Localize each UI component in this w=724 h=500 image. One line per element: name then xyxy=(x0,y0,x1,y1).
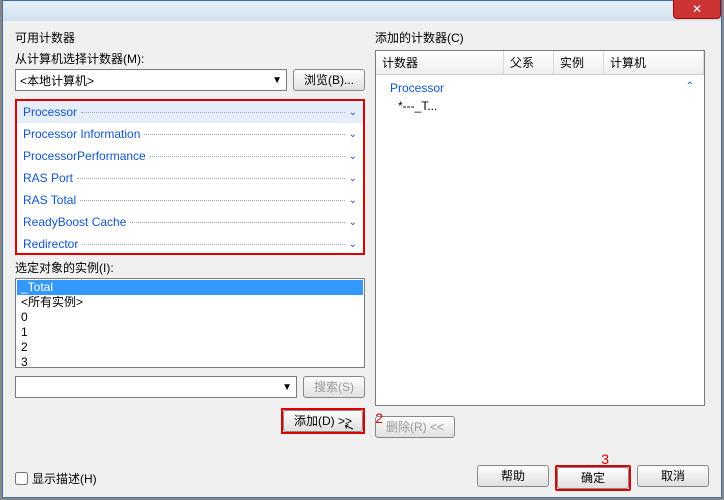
show-description-input[interactable] xyxy=(15,472,28,485)
instance-item[interactable]: 1 xyxy=(17,325,363,340)
chevron-down-icon: ⌄ xyxy=(349,217,357,228)
instance-item[interactable]: <所有实例> xyxy=(17,295,363,310)
titlebar: ✕ xyxy=(3,1,721,21)
counter-item[interactable]: RAS Total⌄ xyxy=(17,189,363,211)
counter-item[interactable]: RAS Port⌄ xyxy=(17,167,363,189)
add-button[interactable]: 添加(D) >> ↖ xyxy=(283,410,363,432)
dialog-footer: 显示描述(H) 帮助 3 确定 取消 xyxy=(3,461,721,499)
computer-select[interactable]: <本地计算机> ▼ xyxy=(15,69,287,91)
counter-item[interactable]: Processor⌄ xyxy=(17,101,363,123)
close-button[interactable]: ✕ xyxy=(673,0,721,19)
help-button[interactable]: 帮助 xyxy=(477,465,549,487)
annotation-box-2: 添加(D) >> ↖ xyxy=(281,408,365,434)
chevron-up-icon: ⌃ xyxy=(686,81,700,95)
chevron-down-icon: ⌄ xyxy=(349,129,357,140)
col-parent[interactable]: 父系 xyxy=(504,51,554,74)
computer-select-value: <本地计算机> xyxy=(20,72,94,89)
counter-item[interactable]: Processor Information⌄ xyxy=(17,123,363,145)
instance-item[interactable]: _Total xyxy=(17,280,363,295)
browse-button[interactable]: 浏览(B)... xyxy=(293,69,365,91)
instance-item[interactable]: 0 xyxy=(17,310,363,325)
dialog-window: ✕ 可用计数器 从计算机选择计数器(M): <本地计算机> ▼ 浏览(B)...… xyxy=(2,0,722,498)
annotation-box-3: 3 确定 xyxy=(555,465,631,491)
cancel-button[interactable]: 取消 xyxy=(637,465,709,487)
search-input[interactable]: ▼ xyxy=(15,376,297,398)
chevron-down-icon: ⌄ xyxy=(349,173,357,184)
annotation-3: 3 xyxy=(601,451,609,467)
chevron-down-icon: ⌄ xyxy=(349,151,357,162)
counter-list[interactable]: Processor⌄ Processor Information⌄ Proces… xyxy=(15,99,365,255)
counter-item[interactable]: ProcessorPerformance⌄ xyxy=(17,145,363,167)
chevron-down-icon: ⌄ xyxy=(349,107,357,118)
added-counters-panel: 添加的计数器(C) 计数器 父系 实例 计算机 Processor ⌃ * --… xyxy=(375,29,705,453)
col-instance[interactable]: 实例 xyxy=(554,51,604,74)
counter-item[interactable]: Redirector⌄ xyxy=(17,233,363,253)
instance-list[interactable]: _Total <所有实例> 0 1 2 3 xyxy=(15,278,365,368)
chevron-down-icon: ⌄ xyxy=(349,195,357,206)
instance-label: 选定对象的实例(I): xyxy=(15,259,365,276)
annotation-2: 2 xyxy=(375,410,383,426)
available-counters-title: 可用计数器 xyxy=(15,29,365,46)
close-icon: ✕ xyxy=(692,2,702,16)
instance-item[interactable]: 2 xyxy=(17,340,363,355)
col-computer[interactable]: 计算机 xyxy=(604,51,704,74)
table-row[interactable]: Processor ⌃ xyxy=(380,79,700,97)
added-counters-list[interactable]: 计数器 父系 实例 计算机 Processor ⌃ * --- _T... xyxy=(375,50,705,406)
search-button[interactable]: 搜索(S) xyxy=(303,376,365,398)
show-description-checkbox[interactable]: 显示描述(H) xyxy=(15,470,97,487)
chevron-down-icon: ▼ xyxy=(282,382,292,393)
available-counters-panel: 可用计数器 从计算机选择计数器(M): <本地计算机> ▼ 浏览(B)... P… xyxy=(15,29,365,453)
counter-item[interactable]: ReadyBoost Cache⌄ xyxy=(17,211,363,233)
cursor-icon: ↖ xyxy=(341,416,357,438)
remove-button[interactable]: 删除(R) << xyxy=(375,416,455,438)
instance-item[interactable]: 3 xyxy=(17,355,363,368)
table-row[interactable]: * --- _T... xyxy=(380,97,700,115)
computer-label: 从计算机选择计数器(M): xyxy=(15,50,365,67)
col-counter[interactable]: 计数器 xyxy=(376,51,504,74)
table-header: 计数器 父系 实例 计算机 xyxy=(376,51,704,75)
chevron-down-icon: ▼ xyxy=(272,75,282,86)
ok-button[interactable]: 确定 xyxy=(557,467,629,489)
chevron-down-icon: ⌄ xyxy=(349,239,357,250)
show-description-label: 显示描述(H) xyxy=(32,470,97,487)
added-counters-title: 添加的计数器(C) xyxy=(375,29,705,46)
